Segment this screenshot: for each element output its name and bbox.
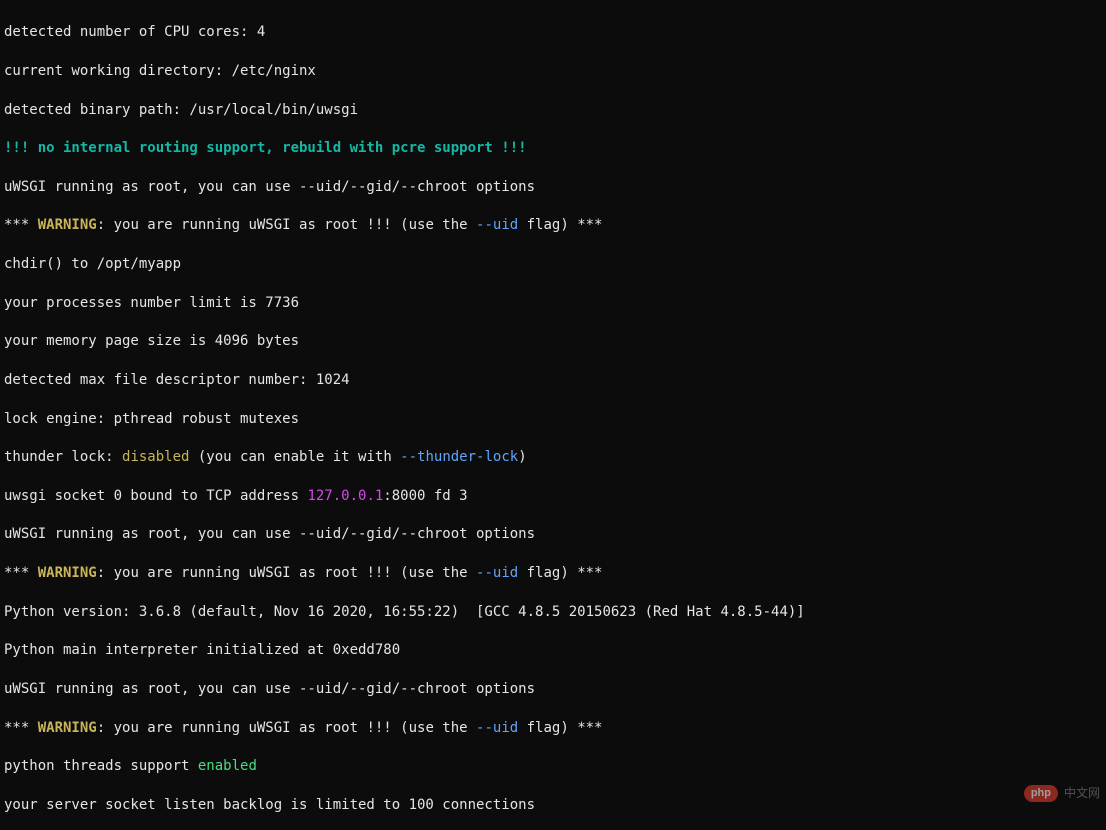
line-warning-root-1: *** WARNING: you are running uWSGI as ro… [4,216,1102,235]
line-python-threads: python threads support enabled [4,757,1102,776]
thunder-disabled: disabled [122,449,189,465]
line-proc-limit: your processes number limit is 7736 [4,294,1102,313]
threads-enabled: enabled [198,758,257,774]
line-thunder-lock: thunder lock: disabled (you can enable i… [4,448,1102,467]
watermark-badge: php [1024,785,1058,802]
socket-ip: 127.0.0.1 [307,488,383,504]
line-run-as-root: uWSGI running as root, you can use --uid… [4,178,1102,197]
line-python-version: Python version: 3.6.8 (default, Nov 16 2… [4,603,1102,622]
line-run-as-root-2: uWSGI running as root, you can use --uid… [4,525,1102,544]
line-mem-page: your memory page size is 4096 bytes [4,332,1102,351]
uid-flag: --uid [476,217,518,233]
uid-flag: --uid [476,565,518,581]
line-lock-engine: lock engine: pthread robust mutexes [4,410,1102,429]
terminal-output[interactable]: detected number of CPU cores: 4 current … [0,0,1106,830]
line-python-main: Python main interpreter initialized at 0… [4,641,1102,660]
line-warning-root-3: *** WARNING: you are running uWSGI as ro… [4,719,1102,738]
line-socket-bound: uwsgi socket 0 bound to TCP address 127.… [4,487,1102,506]
line-cpu-cores: detected number of CPU cores: 4 [4,23,1102,42]
watermark: php 中文网 [1024,785,1100,802]
line-binary-path: detected binary path: /usr/local/bin/uws… [4,101,1102,120]
line-no-routing: !!! no internal routing support, rebuild… [4,139,1102,158]
thunder-flag: --thunder-lock [400,449,518,465]
line-chdir: chdir() to /opt/myapp [4,255,1102,274]
line-warning-root-2: *** WARNING: you are running uWSGI as ro… [4,564,1102,583]
line-listen-backlog: your server socket listen backlog is lim… [4,796,1102,815]
warning-label: WARNING [38,565,97,581]
warning-label: WARNING [38,217,97,233]
uid-flag: --uid [476,720,518,736]
line-run-as-root-3: uWSGI running as root, you can use --uid… [4,680,1102,699]
watermark-text: 中文网 [1064,785,1100,802]
warning-label: WARNING [38,720,97,736]
line-max-fd: detected max file descriptor number: 102… [4,371,1102,390]
line-cwd: current working directory: /etc/nginx [4,62,1102,81]
